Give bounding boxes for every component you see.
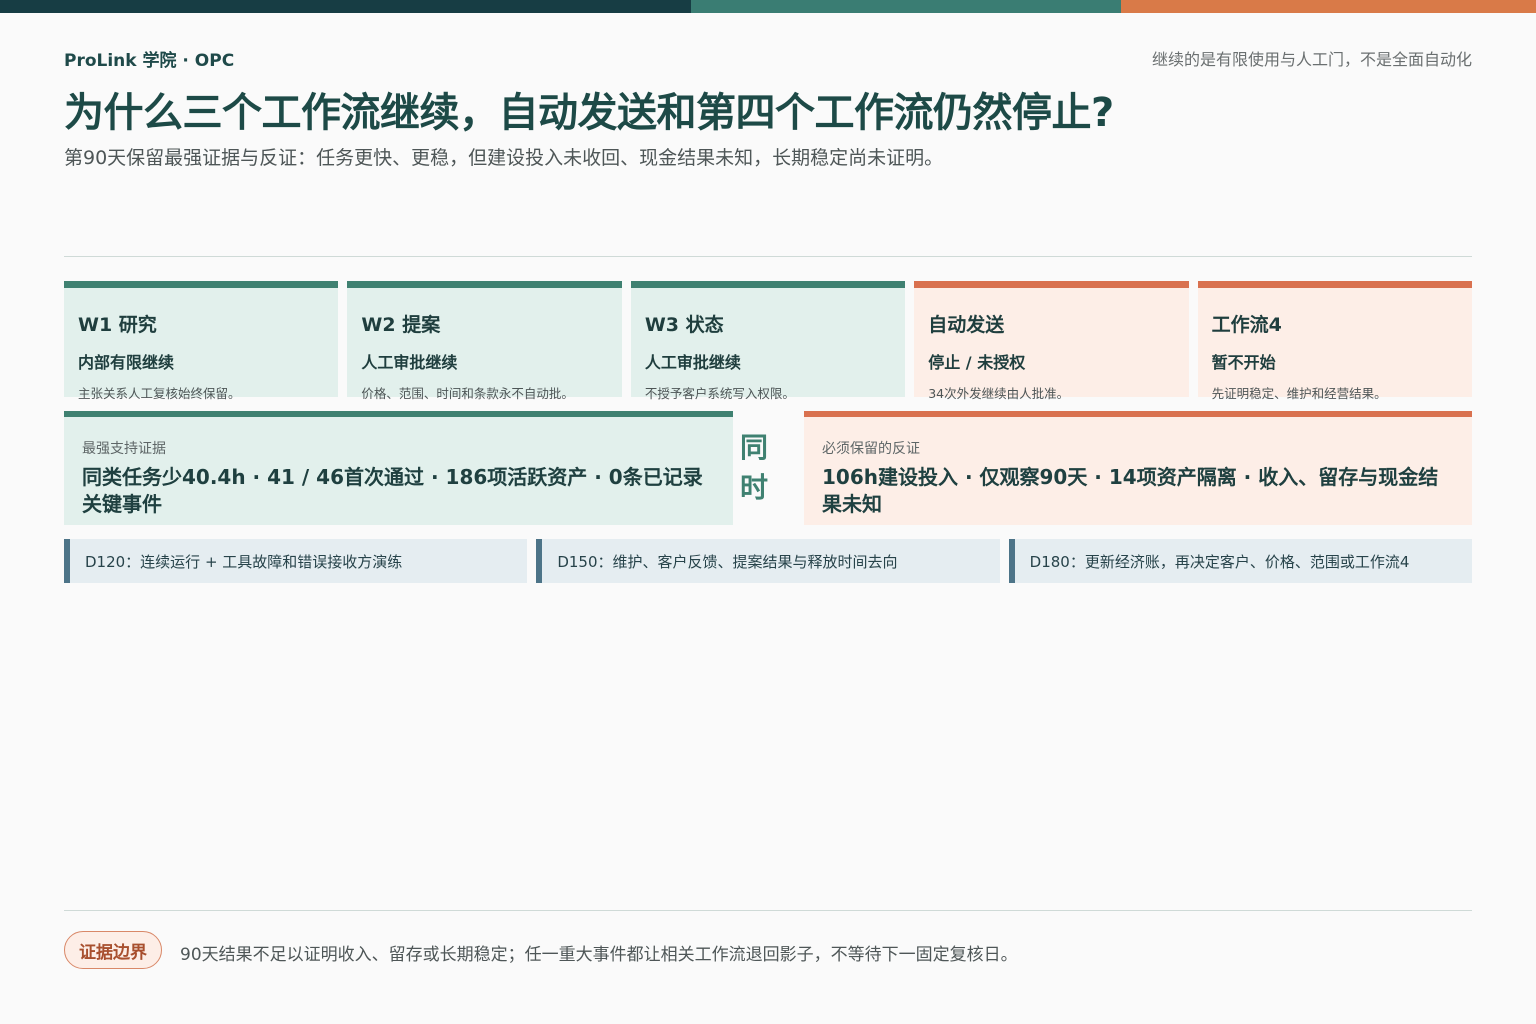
workflow-card-auto-send: 自动发送 停止 / 未授权 34次外发继续由人批准。: [914, 281, 1189, 401]
card-status: 内部有限继续: [78, 353, 175, 372]
card-note: 34次外发继续由人批准。: [928, 386, 1070, 401]
support-evidence-panel: 最强支持证据 同类任务少40.4h · 41 / 46首次通过 · 186项活跃…: [64, 411, 733, 525]
evidence-boundary-badge: 证据边界: [64, 931, 162, 969]
card-note: 先证明稳定、维护和经营结果。: [1211, 386, 1387, 401]
support-evidence-body: 同类任务少40.4h · 41 / 46首次通过 · 186项活跃资产 · 0条…: [82, 465, 703, 516]
milestone-d150: D150：维护、客户反馈、提案结果与释放时间去向: [536, 539, 1000, 583]
workflow-card-w4: 工作流4 暂不开始 先证明稳定、维护和经营结果。: [1197, 281, 1473, 401]
card-title: 工作流4: [1211, 314, 1282, 336]
counter-evidence-panel: 必须保留的反证 106h建设投入 · 仅观察90天 · 14项资产隔离 · 收入…: [804, 411, 1472, 525]
brand-label: ProLink 学院 · OPC: [64, 51, 235, 71]
footer-note: 90天结果不足以证明收入、留存或长期稳定；任一重大事件都让相关工作流退回影子，不…: [180, 945, 1018, 965]
milestone-d180: D180：更新经济账，再决定客户、价格、范围或工作流4: [1008, 539, 1472, 583]
card-note: 主张关系人工复核始终保留。: [78, 386, 241, 401]
card-title: 自动发送: [928, 314, 1005, 336]
page-title: 为什么三个工作流继续，自动发送和第四个工作流仍然停止?: [64, 90, 1114, 136]
card-status: 人工审批继续: [644, 353, 741, 372]
workflow-cards: W1 研究 内部有限继续 主张关系人工复核始终保留。 W2 提案 人工审批继续 …: [64, 281, 1473, 401]
top-bar-segment-dark: [0, 0, 691, 13]
divider-top: [64, 256, 1472, 257]
card-note: 价格、范围、时间和条款永不自动批。: [361, 386, 574, 401]
card-status: 停止 / 未授权: [928, 353, 1026, 372]
divider-bottom: [64, 910, 1472, 911]
card-note: 不授予客户系统写入权限。: [644, 386, 795, 401]
workflow-card-w1: W1 研究 内部有限继续 主张关系人工复核始终保留。: [64, 281, 339, 401]
milestone-row: D120：连续运行 + 工具故障和错误接收方演练 D150：维护、客户反馈、提案…: [64, 539, 1472, 583]
support-evidence-label: 最强支持证据: [82, 441, 166, 457]
card-title: W1 研究: [78, 314, 157, 336]
counter-evidence-label: 必须保留的反证: [822, 441, 920, 457]
top-bar-segment-orange: [1121, 0, 1536, 13]
card-status: 人工审批继续: [361, 353, 458, 372]
simultaneous-marker: 同 时: [733, 428, 775, 508]
simultaneous-char-1: 同: [739, 431, 768, 464]
top-color-bar: [0, 0, 1536, 13]
card-title: W2 提案: [361, 314, 441, 336]
top-bar-segment-green: [691, 0, 1121, 13]
page-subtitle: 第90天保留最强证据与反证：任务更快、更稳，但建设投入未收回、现金结果未知，长期…: [64, 147, 944, 169]
workflow-card-w3: W3 状态 人工审批继续 不授予客户系统写入权限。: [630, 281, 906, 401]
card-status: 暂不开始: [1211, 353, 1276, 372]
tagline: 继续的是有限使用与人工门，不是全面自动化: [1151, 50, 1472, 69]
counter-evidence-body: 106h建设投入 · 仅观察90天 · 14项资产隔离 · 收入、留存与现金结果…: [822, 465, 1439, 516]
workflow-card-w2: W2 提案 人工审批继续 价格、范围、时间和条款永不自动批。: [347, 281, 622, 401]
card-title: W3 状态: [644, 314, 724, 336]
simultaneous-char-2: 时: [739, 471, 768, 504]
milestone-d120: D120：连续运行 + 工具故障和错误接收方演练: [64, 539, 528, 583]
